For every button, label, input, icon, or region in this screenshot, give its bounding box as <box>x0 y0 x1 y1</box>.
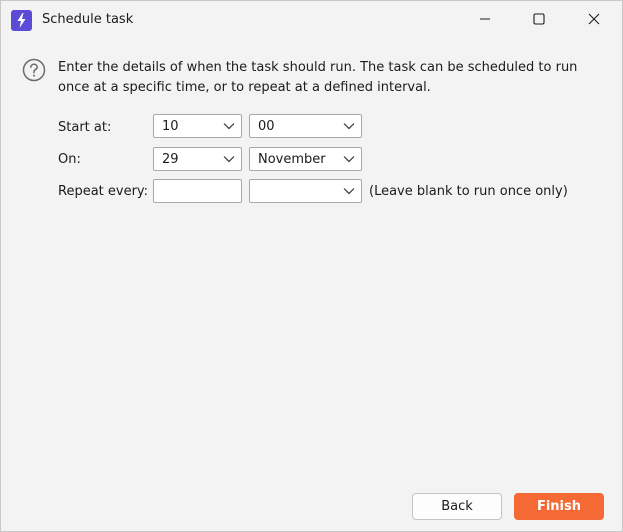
chevron-down-icon <box>343 156 355 163</box>
repeat-every-label: Repeat every: <box>58 184 149 199</box>
hour-select[interactable]: 10 <box>153 114 242 138</box>
repeat-hint: (Leave blank to run once only) <box>369 184 568 199</box>
chevron-down-icon <box>223 123 235 130</box>
repeat-interval-input[interactable] <box>153 179 242 203</box>
minute-select[interactable]: 00 <box>249 114 362 138</box>
day-value: 29 <box>162 152 179 167</box>
finish-button[interactable]: Finish <box>514 493 604 520</box>
close-button[interactable] <box>571 1 617 37</box>
chevron-down-icon <box>343 188 355 195</box>
maximize-button[interactable] <box>516 1 562 37</box>
title-bar: Schedule task <box>1 1 622 39</box>
chevron-down-icon <box>343 123 355 130</box>
month-select[interactable]: November <box>249 147 362 171</box>
repeat-unit-select[interactable] <box>249 179 362 203</box>
hour-value: 10 <box>162 119 179 134</box>
minimize-button[interactable] <box>462 1 508 37</box>
app-icon <box>11 10 32 31</box>
maximize-icon <box>533 13 545 25</box>
chevron-down-icon <box>223 156 235 163</box>
schedule-task-window: Schedule task Enter the details of when … <box>0 0 623 532</box>
back-button[interactable]: Back <box>412 493 502 520</box>
month-value: November <box>258 152 326 167</box>
description-text: Enter the details of when the task shoul… <box>58 60 578 95</box>
day-select[interactable]: 29 <box>153 147 242 171</box>
on-label: On: <box>58 152 81 167</box>
start-at-label: Start at: <box>58 120 112 135</box>
minute-value: 00 <box>258 119 275 134</box>
close-icon <box>588 13 600 25</box>
window-title: Schedule task <box>42 12 134 27</box>
help-icon <box>22 58 46 82</box>
minimize-icon <box>480 18 490 20</box>
